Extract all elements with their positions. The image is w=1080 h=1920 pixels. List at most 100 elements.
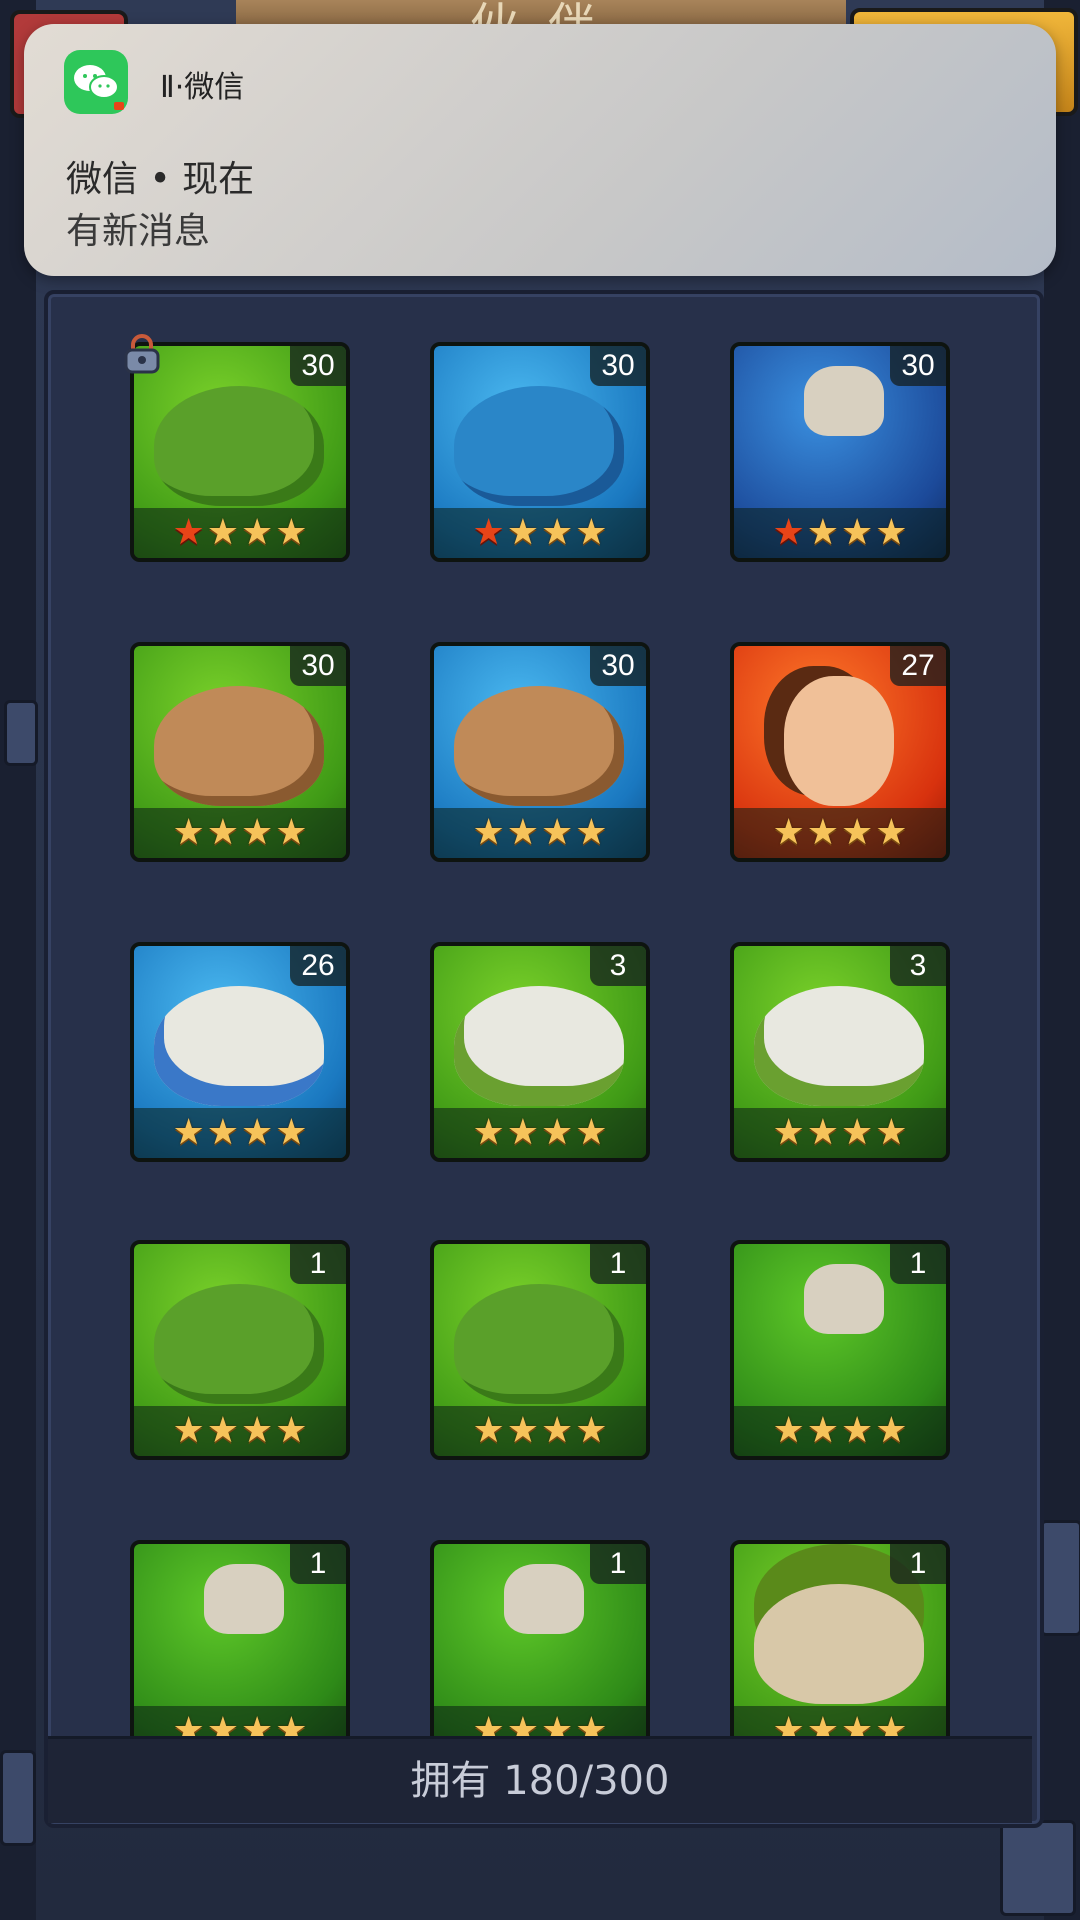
frame-left-edge (0, 0, 36, 1920)
star-rating: ★★★★ (434, 1406, 646, 1456)
star-rating: ★★★★ (734, 508, 946, 558)
hero-level: 30 (290, 646, 346, 686)
hero-portrait: 1 ★★★★ (730, 1540, 950, 1760)
star-rating: ★★★★ (434, 1108, 646, 1158)
hero-card[interactable]: 1 ★★★★ (730, 1540, 950, 1760)
notification-app-name: Ⅱ·微信 (160, 70, 245, 105)
hero-card[interactable]: 1 ★★★★ (430, 1540, 650, 1760)
hero-level: 27 (890, 646, 946, 686)
star-icon: ★ (472, 512, 505, 553)
star-icon: ★ (506, 812, 539, 853)
wechat-icon (64, 50, 128, 114)
hero-level: 1 (590, 1244, 646, 1284)
fish-green-art (754, 986, 924, 1106)
rock-decoration (4, 700, 38, 766)
star-icon: ★ (172, 1112, 205, 1153)
star-icon: ★ (172, 1410, 205, 1451)
hero-level: 3 (890, 946, 946, 986)
star-icon: ★ (275, 512, 308, 553)
lock-icon[interactable] (120, 332, 164, 376)
hero-level: 1 (290, 1244, 346, 1284)
sabertooth-blue-art (454, 686, 624, 806)
star-icon: ★ (575, 1410, 608, 1451)
skull-totem-art (204, 1564, 284, 1634)
star-rating: ★★★★ (434, 508, 646, 558)
star-icon: ★ (841, 1112, 874, 1153)
star-icon: ★ (806, 1410, 839, 1451)
star-icon: ★ (275, 812, 308, 853)
rock-decoration (1040, 1520, 1080, 1636)
hero-portrait: 27 ★★★★ (730, 642, 950, 862)
notification-body: 有新消息 (66, 211, 211, 252)
star-icon: ★ (472, 1410, 505, 1451)
hero-level: 30 (590, 646, 646, 686)
hero-card[interactable]: 1 ★★★★ (730, 1240, 950, 1460)
star-icon: ★ (575, 812, 608, 853)
hero-portrait: 1 ★★★★ (130, 1540, 350, 1760)
star-icon: ★ (506, 1410, 539, 1451)
hero-level: 1 (890, 1244, 946, 1284)
hero-card[interactable]: 30 ★★★★ (430, 642, 650, 862)
star-icon: ★ (206, 1112, 239, 1153)
notification-title: 微信 • 现在 (66, 159, 255, 200)
star-icon: ★ (241, 1410, 274, 1451)
star-icon: ★ (506, 1112, 539, 1153)
star-rating: ★★★★ (134, 508, 346, 558)
star-icon: ★ (772, 1112, 805, 1153)
star-icon: ★ (841, 812, 874, 853)
hero-level: 26 (290, 946, 346, 986)
wechat-notification[interactable]: Ⅱ·微信 微信 • 现在 有新消息 (24, 24, 1056, 276)
hero-card[interactable]: 30 ★★★★ (130, 642, 350, 862)
skull-totem-art (504, 1564, 584, 1634)
hero-card[interactable]: 30 ★★★★ (124, 334, 350, 562)
fish-green-art (454, 986, 624, 1106)
hero-portrait: 1 ★★★★ (130, 1240, 350, 1460)
star-rating: ★★★★ (134, 1406, 346, 1456)
hero-card[interactable]: 30 ★★★★ (730, 342, 950, 562)
hero-level: 30 (890, 346, 946, 386)
star-icon: ★ (806, 812, 839, 853)
hero-portrait: 26 ★★★★ (130, 942, 350, 1162)
star-icon: ★ (541, 1112, 574, 1153)
hero-level: 30 (290, 346, 346, 386)
star-icon: ★ (772, 1410, 805, 1451)
star-icon: ★ (875, 1410, 908, 1451)
star-icon: ★ (541, 512, 574, 553)
hero-portrait: 1 ★★★★ (430, 1540, 650, 1760)
hero-card[interactable]: 1 ★★★★ (130, 1540, 350, 1760)
hero-card[interactable]: 30 ★★★★ (430, 342, 650, 562)
hero-card[interactable]: 27 ★★★★ (730, 642, 950, 862)
fish-blue-art (154, 986, 324, 1106)
hero-card[interactable]: 26 ★★★★ (130, 942, 350, 1162)
dragon-green-art (454, 1284, 624, 1404)
hero-level: 1 (590, 1544, 646, 1584)
hero-level: 30 (590, 346, 646, 386)
star-icon: ★ (875, 1112, 908, 1153)
star-icon: ★ (541, 1410, 574, 1451)
star-icon: ★ (206, 1410, 239, 1451)
star-icon: ★ (275, 1112, 308, 1153)
star-icon: ★ (772, 512, 805, 553)
dragon-green-art (154, 1284, 324, 1404)
hero-card[interactable]: 1 ★★★★ (430, 1240, 650, 1460)
skull-totem-art (804, 1264, 884, 1334)
star-icon: ★ (841, 512, 874, 553)
star-icon: ★ (875, 812, 908, 853)
warrior-girl-art (784, 676, 894, 806)
hero-portrait: 3 ★★★★ (730, 942, 950, 1162)
hero-card[interactable]: 3 ★★★★ (430, 942, 650, 1162)
rock-decoration (0, 1750, 36, 1846)
hero-card[interactable]: 1 ★★★★ (130, 1240, 350, 1460)
star-icon: ★ (806, 1112, 839, 1153)
star-icon: ★ (575, 1112, 608, 1153)
hero-portrait: 1 ★★★★ (730, 1240, 950, 1460)
hero-card[interactable]: 3 ★★★★ (730, 942, 950, 1162)
hero-level: 1 (290, 1544, 346, 1584)
dragon-green-art (154, 386, 324, 506)
hero-portrait: 30 ★★★★ (130, 642, 350, 862)
star-icon: ★ (472, 812, 505, 853)
star-rating: ★★★★ (434, 808, 646, 858)
hero-portrait: 3 ★★★★ (430, 942, 650, 1162)
star-icon: ★ (206, 812, 239, 853)
star-icon: ★ (206, 512, 239, 553)
